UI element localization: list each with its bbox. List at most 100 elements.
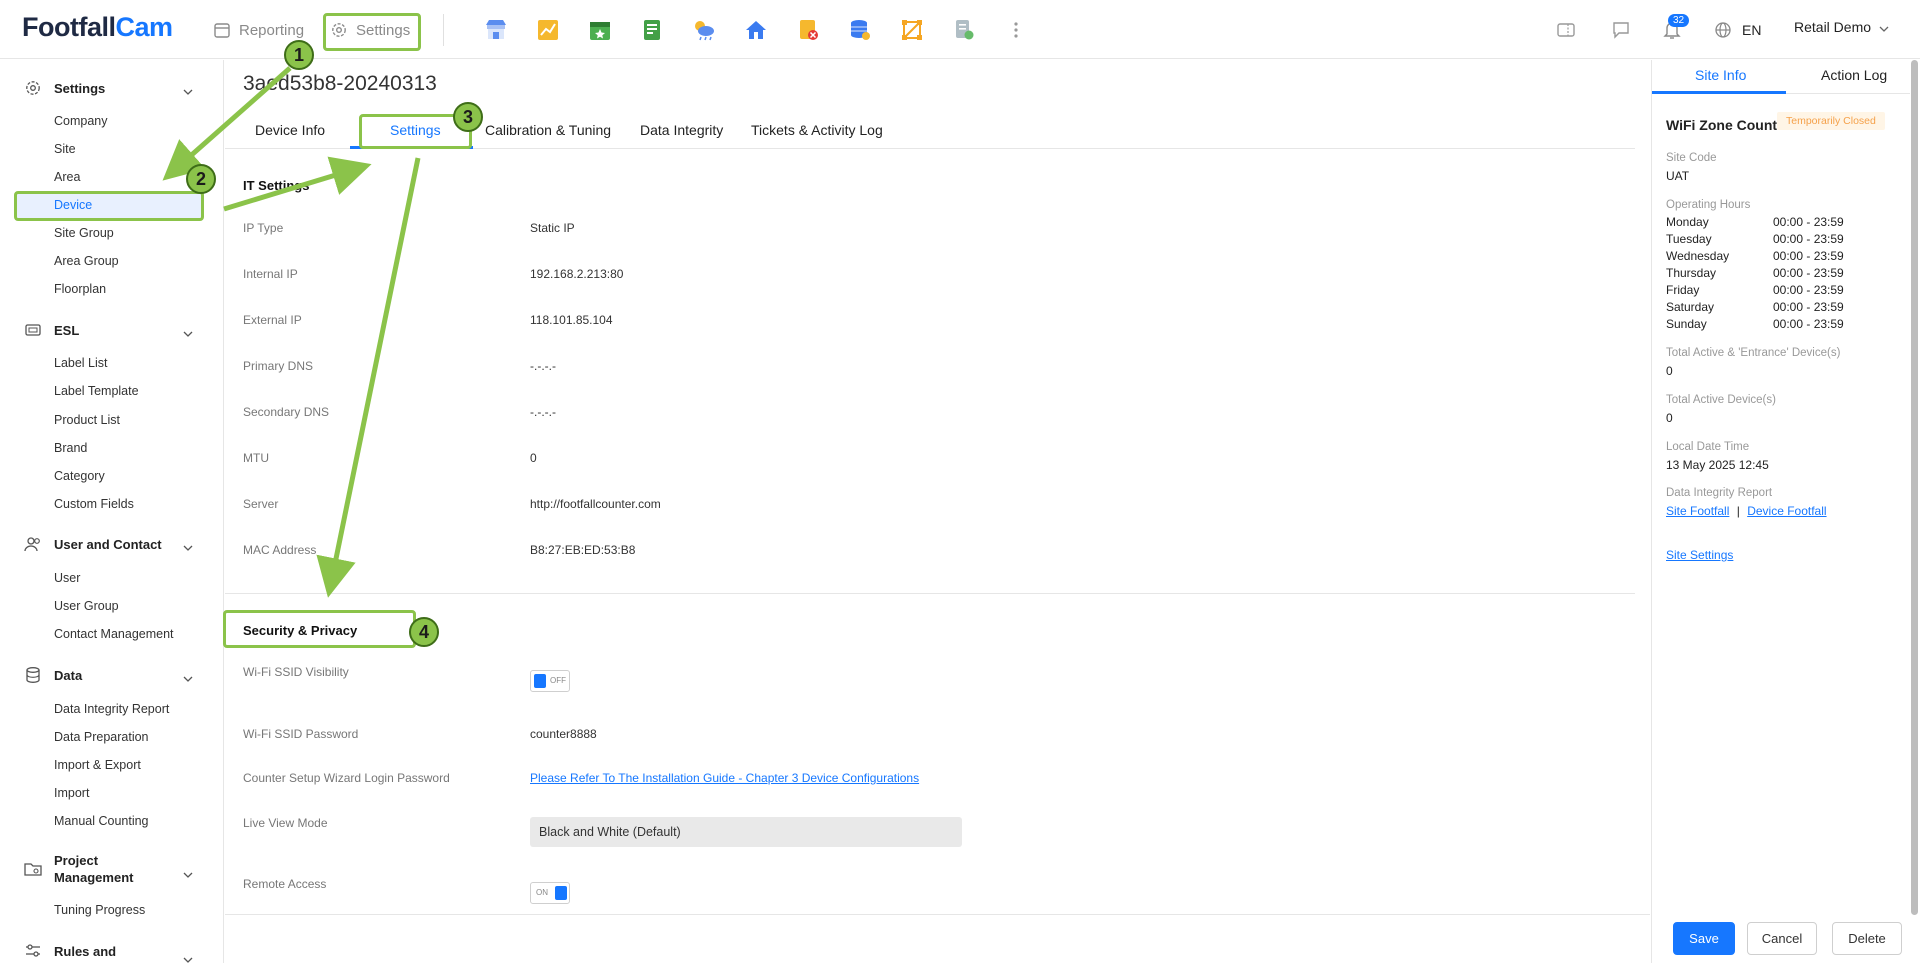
installation-guide-link[interactable]: Please Refer To The Installation Guide -… xyxy=(530,771,919,785)
database-icon xyxy=(24,666,42,687)
tab-device-info[interactable]: Device Info xyxy=(255,122,325,138)
sidebar-item-user-group[interactable]: User Group xyxy=(54,599,119,613)
chat-icon[interactable] xyxy=(1611,14,1631,46)
sidebar: Settings Company Site Area Device Site G… xyxy=(0,60,224,963)
section-title-it-settings: IT Settings xyxy=(243,178,310,193)
more-icon[interactable] xyxy=(990,14,1042,46)
tab-action-log[interactable]: Action Log xyxy=(1821,67,1887,83)
notification-badge: 32 xyxy=(1668,14,1690,27)
section-divider xyxy=(225,593,1635,594)
field-label-remote-access: Remote Access xyxy=(243,877,327,891)
weather-icon[interactable] xyxy=(678,14,730,46)
alert-file-icon[interactable] xyxy=(782,14,834,46)
field-value-internal-ip: 192.168.2.213:80 xyxy=(530,267,624,281)
sidebar-section-rules[interactable]: Rules and xyxy=(0,939,223,963)
sidebar-item-product-list[interactable]: Product List xyxy=(54,413,120,427)
tab-calibration-tuning[interactable]: Calibration & Tuning xyxy=(485,122,611,138)
chevron-down-icon xyxy=(183,325,193,340)
sidebar-item-category[interactable]: Category xyxy=(54,469,105,483)
section-title-security-privacy: Security & Privacy xyxy=(243,623,358,638)
field-label-wizard-password: Counter Setup Wizard Login Password xyxy=(243,771,450,785)
sidebar-item-user[interactable]: User xyxy=(54,571,80,585)
sidebar-item-brand[interactable]: Brand xyxy=(54,441,87,455)
hours-time: 00:00 - 23:59 xyxy=(1773,283,1844,297)
zone-icon[interactable] xyxy=(886,14,938,46)
sidebar-section-data[interactable]: Data xyxy=(0,663,223,687)
sidebar-item-import[interactable]: Import xyxy=(54,786,89,800)
gear-icon xyxy=(330,21,348,39)
sidebar-item-area-group[interactable]: Area Group xyxy=(54,254,119,268)
field-value-secondary-dns: -.-.-.- xyxy=(530,405,556,419)
nav-settings-label: Settings xyxy=(356,21,411,39)
tab-tickets-activity-log[interactable]: Tickets & Activity Log xyxy=(751,122,883,138)
chart-icon[interactable] xyxy=(522,14,574,46)
delete-button[interactable]: Delete xyxy=(1832,922,1902,955)
sidebar-item-floorplan[interactable]: Floorplan xyxy=(54,282,106,296)
sidebar-section-settings[interactable]: Settings xyxy=(0,76,223,100)
sidebar-item-contact-management[interactable]: Contact Management xyxy=(54,627,174,641)
save-button[interactable]: Save xyxy=(1673,922,1735,955)
calendar-green-icon[interactable] xyxy=(574,14,626,46)
sidebar-section-title-line1: Project xyxy=(54,853,99,868)
chevron-down-icon xyxy=(183,951,193,963)
sidebar-item-device[interactable]: Device xyxy=(54,198,92,212)
user-menu[interactable]: Retail Demo xyxy=(1794,19,1889,35)
nav-reporting-label: Reporting xyxy=(239,21,305,39)
sidebar-item-label-template[interactable]: Label Template xyxy=(54,384,139,398)
sidebar-item-label-list[interactable]: Label List xyxy=(54,356,108,370)
sidebar-section-user-contact[interactable]: User and Contact xyxy=(0,532,223,556)
tab-data-integrity[interactable]: Data Integrity xyxy=(640,122,723,138)
nav-settings[interactable]: Settings xyxy=(330,14,410,46)
device-footfall-link[interactable]: Device Footfall xyxy=(1747,504,1826,518)
sidebar-item-company[interactable]: Company xyxy=(54,114,108,128)
sidebar-item-data-integrity-report[interactable]: Data Integrity Report xyxy=(54,702,169,716)
local-time-label: Local Date Time xyxy=(1666,441,1750,453)
live-view-mode-select[interactable]: Black and White (Default) xyxy=(530,817,962,847)
home-icon[interactable] xyxy=(730,14,782,46)
field-label-primary-dns: Primary DNS xyxy=(243,359,314,373)
sidebar-item-site-group[interactable]: Site Group xyxy=(54,226,114,240)
sidebar-item-device-highlight[interactable] xyxy=(14,191,204,221)
hours-time: 00:00 - 23:59 xyxy=(1773,249,1844,263)
app-window: FootfallCam Reporting Settings 32 EN Ret… xyxy=(0,0,1920,963)
language-selector[interactable]: EN xyxy=(1714,14,1761,46)
hours-time: 00:00 - 23:59 xyxy=(1773,300,1844,314)
hours-day: Thursday xyxy=(1666,266,1717,280)
ticket-icon[interactable] xyxy=(1556,14,1576,46)
sidebar-item-site[interactable]: Site xyxy=(54,142,76,156)
logo[interactable]: FootfallCam xyxy=(22,12,173,43)
database-icon[interactable] xyxy=(834,14,886,46)
report-icon[interactable] xyxy=(626,14,678,46)
sidebar-section-project-management[interactable]: Project Management xyxy=(0,850,223,888)
scrollbar-thumb[interactable] xyxy=(1911,60,1918,915)
store-icon[interactable] xyxy=(470,14,522,46)
export-icon[interactable] xyxy=(938,14,990,46)
tab-site-info[interactable]: Site Info xyxy=(1695,67,1746,83)
sidebar-item-area[interactable]: Area xyxy=(54,170,80,184)
sidebar-section-title: User and Contact xyxy=(54,536,162,552)
field-label-mtu: MTU xyxy=(243,451,269,465)
gear-icon xyxy=(24,79,42,100)
field-value-ssid-password: counter8888 xyxy=(530,727,597,741)
sidebar-item-custom-fields[interactable]: Custom Fields xyxy=(54,497,134,511)
site-footfall-link[interactable]: Site Footfall xyxy=(1666,504,1729,518)
remote-access-toggle[interactable]: ON xyxy=(530,882,570,904)
site-settings-link[interactable]: Site Settings xyxy=(1666,548,1733,562)
sidebar-item-import-export[interactable]: Import & Export xyxy=(54,758,141,772)
step-marker-3: 3 xyxy=(453,102,483,132)
ssid-visibility-toggle[interactable]: OFF xyxy=(530,670,570,692)
cancel-button[interactable]: Cancel xyxy=(1747,922,1817,955)
toolbar-icons xyxy=(470,14,1042,46)
sidebar-section-title: ESL xyxy=(54,322,80,338)
active-devices-value: 0 xyxy=(1666,411,1673,425)
tab-settings[interactable]: Settings xyxy=(390,122,441,138)
sidebar-item-manual-counting[interactable]: Manual Counting xyxy=(54,814,149,828)
chevron-down-icon xyxy=(183,866,193,881)
active-devices-label: Total Active Device(s) xyxy=(1666,394,1776,406)
sidebar-item-tuning-progress[interactable]: Tuning Progress xyxy=(54,903,145,917)
sidebar-item-data-preparation[interactable]: Data Preparation xyxy=(54,730,149,744)
calendar-icon xyxy=(213,21,231,39)
sidebar-section-esl[interactable]: ESL xyxy=(0,318,223,342)
sidebar-section-title: Settings xyxy=(54,80,106,96)
footer-divider xyxy=(225,914,1650,915)
